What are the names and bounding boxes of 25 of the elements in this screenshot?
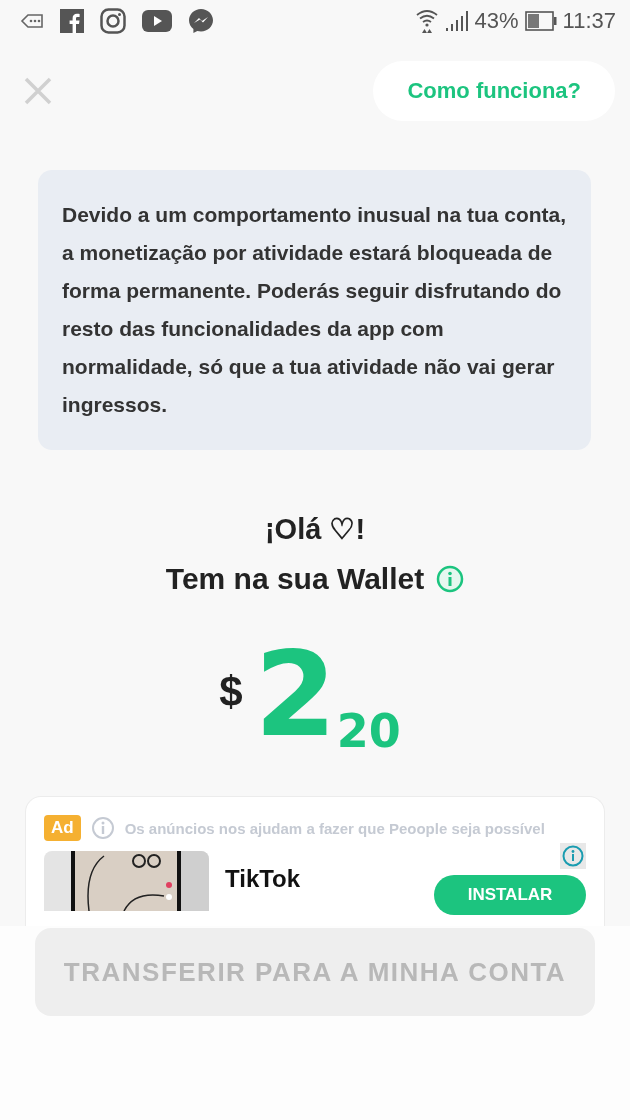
- clock-time: 11:37: [562, 8, 616, 34]
- wallet-label: Tem na sua Wallet: [165, 562, 425, 596]
- facebook-icon: [60, 9, 84, 33]
- chat-icon: [188, 8, 214, 34]
- currency-symbol: $: [219, 668, 243, 716]
- notice-text: Devido a um comportamento inusual na tua conta, a monetização por atividade estará bloqueada de forma permanente. Poderás seguir disfrutando do resto das funcionalidades da app com normalidade, só que a tua atividade não vai gerar ingressos.: [62, 202, 567, 418]
- ad-badge: Ad: [44, 815, 81, 841]
- wifi-icon: [414, 8, 439, 34]
- battery-percent: 43%: [474, 8, 519, 34]
- balance-units: 2: [254, 644, 337, 744]
- balance-cents: 20: [336, 708, 401, 754]
- info-icon[interactable]: [90, 816, 115, 840]
- play-icon: [142, 10, 172, 32]
- camera-icon: [100, 8, 126, 34]
- install-button[interactable]: INSTALAR: [434, 875, 586, 915]
- info-icon[interactable]: [560, 843, 586, 869]
- signal-icon: [444, 10, 469, 32]
- close-icon[interactable]: [24, 77, 52, 105]
- greeting-text: ¡Olá ♡!: [263, 512, 367, 546]
- app-name: TikTok: [225, 865, 301, 894]
- ad-disclaimer: Os anúncios nos ajudam a fazer que Peoople seja possível: [124, 819, 545, 837]
- how-it-works-button[interactable]: Como funciona?: [373, 61, 615, 121]
- info-icon[interactable]: [436, 565, 465, 593]
- tag-icon: [20, 13, 44, 29]
- battery-icon: [524, 11, 557, 31]
